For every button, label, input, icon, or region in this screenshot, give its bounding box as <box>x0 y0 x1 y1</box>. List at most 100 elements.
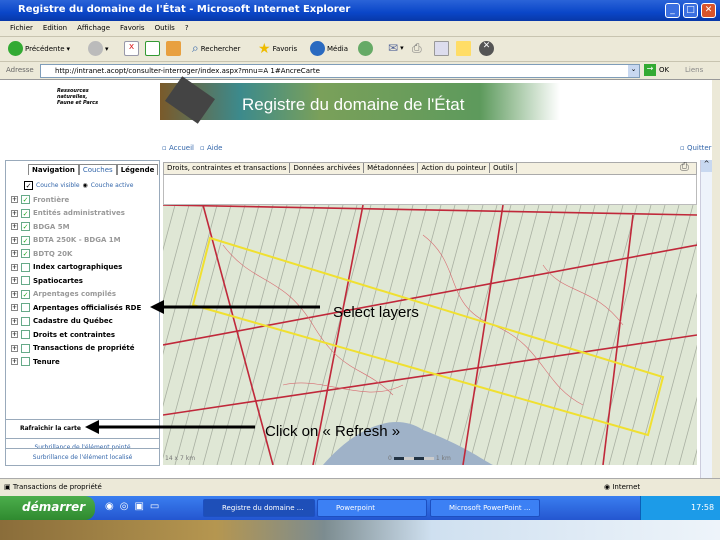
start-button[interactable]: démarrer <box>0 496 95 520</box>
layer-checkbox[interactable]: ✓ <box>21 195 30 204</box>
history-button[interactable] <box>358 41 373 56</box>
quit-link[interactable]: ▫ Quitter <box>680 144 712 152</box>
tab-outils[interactable]: Outils <box>490 163 518 173</box>
menu-fichier[interactable]: Fichier <box>10 24 33 32</box>
status-text: ▣ Transactions de propriété <box>4 483 102 491</box>
expand-icon[interactable]: + <box>11 277 18 284</box>
refresh-map-button[interactable]: Rafraîchir la carte <box>6 419 159 438</box>
minimize-button[interactable]: _ <box>665 3 680 18</box>
layer-label: Transactions de propriété <box>33 344 135 352</box>
expand-icon[interactable]: + <box>11 290 18 298</box>
help-link[interactable]: ▫ Aide <box>200 144 222 152</box>
home-button[interactable] <box>166 41 181 56</box>
print-button[interactable]: ⎙ <box>412 41 422 56</box>
layer-label: Tenure <box>33 357 60 366</box>
media-button[interactable]: Média <box>310 41 348 56</box>
expand-icon[interactable]: + <box>11 344 18 352</box>
print-map-icon[interactable]: ⎙ <box>680 160 689 174</box>
quick-launch-icons[interactable]: ◉◎▣▭ <box>105 501 165 512</box>
favorites-button[interactable]: ★ Favoris <box>258 41 297 57</box>
layer-checkbox[interactable]: ✓ <box>21 289 30 299</box>
vertical-scrollbar[interactable]: ^ <box>700 160 712 478</box>
expand-icon[interactable]: + <box>11 358 18 365</box>
forward-arrow-icon <box>88 41 103 56</box>
tab-couches[interactable]: Couches <box>78 164 117 175</box>
stop-button[interactable]: x <box>124 41 139 56</box>
back-arrow-icon <box>8 41 23 56</box>
layer-label: Arpentages officialisés RDE <box>33 303 142 312</box>
layer-checkbox[interactable] <box>21 276 30 285</box>
layer-item[interactable]: + Cadastre du Québec <box>11 316 113 326</box>
home-link[interactable]: ▫ Accueil <box>162 144 194 152</box>
layer-item[interactable]: + Spatiocartes <box>11 276 83 285</box>
layer-item[interactable]: + ✓ Arpentages compilés <box>11 289 116 299</box>
layer-item[interactable]: + ✓ Frontière <box>11 195 69 204</box>
layer-checkbox[interactable]: ✓ <box>21 235 30 245</box>
refresh-button[interactable] <box>145 41 160 56</box>
task-powerpoint-folder[interactable]: Powerpoint <box>317 499 427 517</box>
menu-affichage[interactable]: Affichage <box>77 24 110 32</box>
layer-item[interactable]: + ✓ Entités administratives <box>11 208 125 218</box>
map-extent: 14 x 7 km <box>165 455 196 462</box>
layer-item[interactable]: + Transactions de propriété <box>11 343 135 353</box>
back-button[interactable]: Précédente ▾ <box>8 41 70 56</box>
layer-item[interactable]: + ✓ BDTA 250K - BDGA 1M <box>11 235 121 245</box>
layer-item[interactable]: + Index cartographiques <box>11 262 122 272</box>
menu-bar: Fichier Edition Affichage Favoris Outils? <box>0 21 720 37</box>
layer-item[interactable]: + Arpentages officialisés RDE <box>11 303 141 312</box>
layer-item[interactable]: + ✓ BDTQ 20K <box>11 249 72 258</box>
tab-droits[interactable]: Droits, contraintes et transactions <box>164 163 291 173</box>
tab-navigation[interactable]: Navigation <box>28 164 79 175</box>
expand-icon[interactable]: + <box>11 209 18 217</box>
layer-checkbox[interactable]: ✓ <box>21 249 30 258</box>
tab-action-pointeur[interactable]: Action du pointeur <box>418 163 491 173</box>
expand-icon[interactable]: + <box>11 236 18 244</box>
menu-favoris[interactable]: Favoris <box>120 24 145 32</box>
menu-edition[interactable]: Edition <box>43 24 67 32</box>
layer-checkbox[interactable] <box>21 357 30 366</box>
maximize-button[interactable]: □ <box>683 3 698 18</box>
layer-checkbox[interactable] <box>21 262 30 272</box>
expand-icon[interactable]: + <box>11 331 18 338</box>
layer-checkbox[interactable]: ✓ <box>21 208 30 218</box>
menu-outils[interactable]: Outils <box>155 24 175 32</box>
search-button[interactable]: ⌕ Rechercher <box>192 41 240 56</box>
go-button[interactable]: → OK <box>644 64 669 76</box>
tab-metadonnees[interactable]: Métadonnées <box>364 163 419 173</box>
address-dropdown[interactable]: ⌄ <box>628 65 639 77</box>
forward-button[interactable]: ▾ <box>88 41 109 56</box>
messenger-icon: ✕ <box>479 41 494 56</box>
ministry-logo: Ressources naturelles, Faune et Parcs <box>57 88 99 106</box>
expand-icon[interactable]: + <box>11 250 18 257</box>
printer-icon: ⎙ <box>412 41 422 55</box>
expand-icon[interactable]: + <box>11 223 18 230</box>
tab-archives[interactable]: Données archivées <box>290 163 365 173</box>
messenger-button[interactable]: ✕ <box>479 41 494 56</box>
tab-legende[interactable]: Légende <box>116 164 159 175</box>
close-button[interactable]: ✕ <box>701 3 716 18</box>
address-input[interactable]: http://intranet.acopt/consulter-interrog… <box>40 64 640 78</box>
edit-button[interactable] <box>434 41 449 56</box>
layer-checkbox[interactable] <box>21 316 30 326</box>
layer-item[interactable]: + Tenure <box>11 357 60 366</box>
map-canvas[interactable]: 14 x 7 km 01 km <box>163 205 697 465</box>
highlight-located-button[interactable]: Surbrillance de l'élément localisé <box>6 448 159 467</box>
annotation-select-layers: Select layers <box>333 304 419 321</box>
task-powerpoint-app[interactable]: Microsoft PowerPoint ... <box>430 499 540 517</box>
menu-help[interactable]: ? <box>185 24 189 32</box>
expand-icon[interactable]: + <box>11 317 18 325</box>
expand-icon[interactable]: + <box>11 304 18 311</box>
layer-checkbox[interactable]: ✓ <box>21 222 30 231</box>
mail-button[interactable]: ✉ ▾ <box>388 41 404 55</box>
expand-icon[interactable]: + <box>11 196 18 203</box>
layer-item[interactable]: + Droits et contraintes <box>11 330 115 339</box>
task-registre[interactable]: Registre du domaine ... <box>203 499 315 517</box>
layer-checkbox[interactable] <box>21 343 30 353</box>
discuss-button[interactable] <box>456 41 471 56</box>
links-button[interactable]: Liens <box>685 66 703 74</box>
layer-item[interactable]: + ✓ BDGA 5M <box>11 222 70 231</box>
layer-checkbox[interactable] <box>21 330 30 339</box>
banner-title: Registre du domaine de l'État <box>242 95 465 114</box>
expand-icon[interactable]: + <box>11 263 18 271</box>
layer-checkbox[interactable] <box>21 303 30 312</box>
